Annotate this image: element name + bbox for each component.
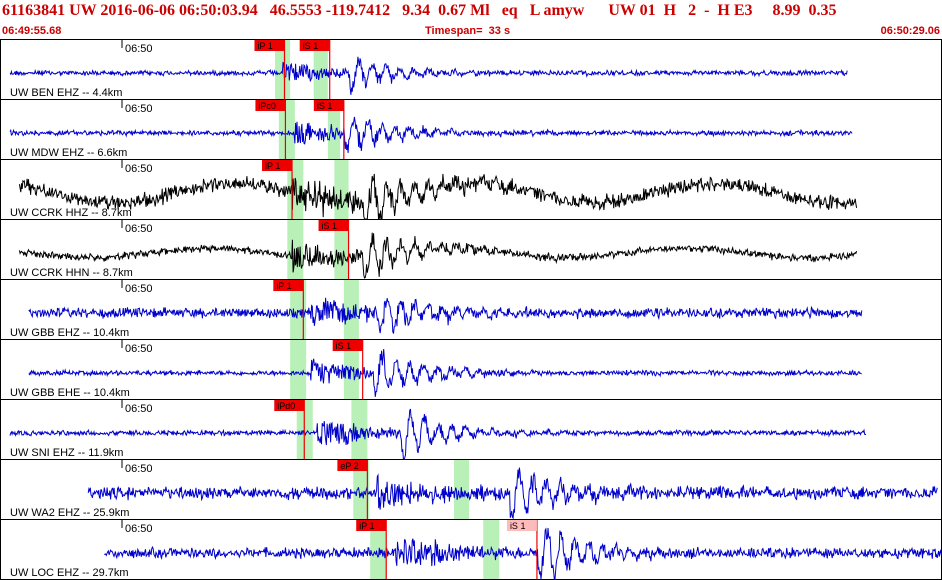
waveform-trace (9, 116, 853, 153)
phase-pick-label: eP 2 (340, 461, 358, 471)
waveform-trace (104, 527, 942, 580)
timespan-label: Timespan= 33 s (425, 25, 511, 37)
trace-panel[interactable]: 06:50 eP 2 UW WA2 EHZ -- 25.9km (0, 459, 942, 520)
station-label: UW MDW EHZ -- 6.6km (10, 147, 127, 159)
trace-panel[interactable]: 06:50 iPc0 iS 1 UW MDW EHZ -- 6.6km (0, 99, 942, 160)
minute-tick-label: 06:50 (125, 463, 153, 475)
phase-pick-label: iS 1 (303, 41, 319, 51)
waveform-trace (28, 349, 862, 397)
phase-window (343, 280, 359, 339)
minute-tick-label: 06:50 (125, 403, 153, 415)
station-label: UW CCRK HHN -- 8.7km (10, 267, 133, 279)
minute-tick-label: 06:50 (125, 223, 153, 235)
phase-pick-label: iS 1 (336, 341, 352, 351)
trace-panel[interactable]: 06:50 iP 1 iS 1 UW LOC EHZ -- 29.7km (0, 519, 942, 580)
waveform-trace (18, 232, 858, 279)
phase-pick-label: iPd0 (277, 401, 295, 411)
phase-pick-label: iPc0 (258, 101, 276, 111)
trace-panel[interactable]: 06:50 iP 1 iS 1 UW BEN EHZ -- 4.4km (0, 39, 942, 100)
trace-panel[interactable]: 06:50 iP 1 UW GBB EHZ -- 10.4km (0, 279, 942, 340)
station-label: UW BEN EHZ -- 4.4km (10, 87, 122, 99)
waveform-trace (87, 467, 938, 520)
phase-pick-label: iP 1 (359, 521, 374, 531)
phase-pick-label: iS 1 (322, 221, 338, 231)
trace-panel[interactable]: 06:50 iPd0 UW SNI EHZ -- 11.9km (0, 399, 942, 460)
phase-pick-label: iP 1 (257, 41, 272, 51)
phase-window (287, 220, 304, 279)
phase-pick-label: iS 1 (510, 521, 526, 531)
minute-tick-label: 06:50 (125, 523, 153, 535)
minute-tick-label: 06:50 (125, 43, 153, 55)
event-summary-title: 61163841 UW 2016-06-06 06:50:03.94 46.55… (2, 2, 837, 19)
minute-tick-label: 06:50 (125, 343, 153, 355)
phase-pick-label: iS 1 (317, 101, 333, 111)
waveform-trace (18, 173, 858, 220)
phase-pick-label: iP 1 (265, 161, 280, 171)
station-label: UW GBB EHZ -- 10.4km (10, 327, 129, 339)
minute-tick-label: 06:50 (125, 283, 153, 295)
station-label: UW WA2 EHZ -- 25.9km (10, 507, 129, 519)
waveform-trace (28, 297, 863, 334)
trace-panel[interactable]: 06:50 iS 1 UW GBB EHE -- 10.4km (0, 339, 942, 400)
minute-tick-label: 06:50 (125, 163, 153, 175)
header-bar: 61163841 UW 2016-06-06 06:50:03.94 46.55… (0, 0, 942, 40)
phase-window (334, 160, 349, 219)
trace-panel[interactable]: 06:50 iS 1 UW CCRK HHN -- 8.7km (0, 219, 942, 280)
seismogram-panels[interactable]: 06:50 iP 1 iS 1UW BEN EHZ -- 4.4km06:50 iPc… (0, 39, 942, 580)
phase-pick-label: iP 1 (276, 281, 291, 291)
station-label: UW CCRK HHZ -- 8.7km (10, 207, 132, 219)
start-time-label: 06:49:55.68 (2, 25, 62, 37)
waveform-trace (9, 408, 867, 460)
end-time-label: 06:50:29.06 (880, 25, 940, 37)
station-label: UW LOC EHZ -- 29.7km (10, 567, 129, 579)
station-label: UW SNI EHZ -- 11.9km (10, 447, 123, 459)
phase-window (290, 340, 307, 399)
minute-tick-label: 06:50 (125, 103, 153, 115)
trace-panel[interactable]: 06:50 iP 1 UW CCRK HHZ -- 8.7km (0, 159, 942, 220)
waveform-trace (9, 56, 848, 95)
station-label: UW GBB EHE -- 10.4km (10, 387, 130, 399)
